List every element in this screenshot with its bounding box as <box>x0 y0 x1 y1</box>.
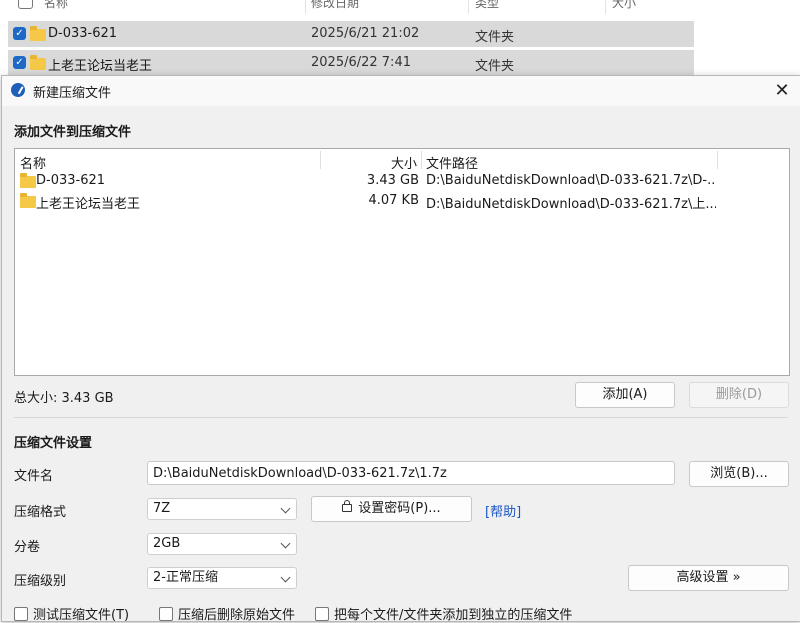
item-path: D:\BaiduNetdiskDownload\D-033-621.7z\上..… <box>426 197 716 212</box>
row-type: 文件夹 <box>475 30 515 45</box>
delete-source-checkbox[interactable]: 压缩后删除原始文件 <box>159 604 295 623</box>
list-item[interactable]: D-033-621 3.43 GB D:\BaiduNetdiskDownloa… <box>15 171 789 191</box>
checkbox-box[interactable] <box>315 606 329 621</box>
filename-input[interactable]: D:\BaiduNetdiskDownload\D-033-621.7z\1.7… <box>147 461 675 485</box>
chevron-down-icon <box>280 572 291 583</box>
file-list[interactable]: 名称 大小 文件路径 D-033-621 3.43 GB D:\BaiduNet… <box>14 148 790 376</box>
filename-label: 文件名 <box>14 469 54 484</box>
lock-icon <box>342 500 353 512</box>
format-label: 压缩格式 <box>14 505 67 520</box>
list-item[interactable]: 上老王论坛当老王 4.07 KB D:\BaiduNetdiskDownload… <box>15 191 789 212</box>
select-all-checkbox[interactable] <box>18 0 33 9</box>
set-password-label: 设置密码(P)... <box>358 501 441 516</box>
chevron-down-icon <box>280 503 291 514</box>
row-date: 2025/6/22 7:41 <box>311 55 411 70</box>
column-date[interactable]: 修改日期 <box>311 0 359 11</box>
item-path: D:\BaiduNetdiskDownload\D-033-621.7z\D-.… <box>426 173 716 188</box>
split-label: 分卷 <box>14 540 41 555</box>
row-name: 上老王论坛当老王 <box>48 59 153 74</box>
item-name: D-033-621 <box>36 173 106 188</box>
delete-button[interactable]: 删除(D) <box>689 382 789 408</box>
new-archive-dialog: 新建压缩文件 ✕ 添加文件到压缩文件 名称 大小 文件路径 D-033-621 … <box>1 75 800 623</box>
column-size[interactable]: 大小 <box>612 0 636 11</box>
test-archive-label: 测试压缩文件(T) <box>33 608 130 623</box>
explorer-row[interactable]: ✓ 上老王论坛当老王 2025/6/22 7:41 文件夹 <box>8 50 694 76</box>
column-name[interactable]: 名称 <box>44 0 68 11</box>
item-name: 上老王论坛当老王 <box>36 197 141 212</box>
row-date: 2025/6/21 21:02 <box>311 26 420 41</box>
file-list-header: 名称 大小 文件路径 <box>15 149 789 172</box>
dialog-titlebar[interactable]: 新建压缩文件 ✕ <box>2 76 800 106</box>
explorer-column-header: 名称 修改日期 类型 大小 <box>0 0 700 14</box>
file-explorer-background: 名称 修改日期 类型 大小 ✓ D-033-621 2025/6/21 21:0… <box>0 0 800 78</box>
help-link[interactable]: [帮助] <box>485 501 521 520</box>
close-button[interactable]: ✕ <box>770 79 794 103</box>
split-value: 2GB <box>153 536 181 551</box>
test-archive-checkbox[interactable]: 测试压缩文件(T) <box>14 604 129 623</box>
format-value: 7Z <box>153 501 171 516</box>
separate-archives-label: 把每个文件/文件夹添加到独立的压缩文件 <box>334 608 573 623</box>
item-size: 3.43 GB <box>366 173 419 188</box>
separate-archives-checkbox[interactable]: 把每个文件/文件夹添加到独立的压缩文件 <box>315 604 572 623</box>
settings-section-title: 压缩文件设置 <box>14 436 93 451</box>
checkbox-box[interactable] <box>159 606 173 621</box>
dialog-title: 新建压缩文件 <box>33 86 112 101</box>
row-name: D-033-621 <box>48 26 118 41</box>
item-size: 4.07 KB <box>368 193 419 208</box>
folder-icon <box>30 26 46 41</box>
divider <box>14 417 788 418</box>
row-checkbox[interactable]: ✓ <box>13 56 26 69</box>
browse-button[interactable]: 浏览(B)... <box>689 461 789 487</box>
chevron-down-icon <box>280 538 291 549</box>
column-name[interactable]: 名称 <box>20 153 46 172</box>
column-type[interactable]: 类型 <box>475 0 499 11</box>
split-select[interactable]: 2GB <box>147 533 297 555</box>
checkbox-box[interactable] <box>14 606 28 621</box>
level-select[interactable]: 2-正常压缩 <box>147 567 297 589</box>
folder-icon <box>30 55 46 70</box>
level-value: 2-正常压缩 <box>153 570 218 585</box>
total-size: 总大小: 3.43 GB <box>14 391 114 406</box>
row-type: 文件夹 <box>475 59 515 74</box>
folder-icon <box>20 193 36 208</box>
column-path[interactable]: 文件路径 <box>426 153 478 172</box>
app-icon <box>11 83 25 97</box>
level-label: 压缩级别 <box>14 574 67 589</box>
format-select[interactable]: 7Z <box>147 498 297 520</box>
delete-source-label: 压缩后删除原始文件 <box>178 608 296 623</box>
advanced-settings-button[interactable]: 高级设置 » <box>628 565 789 591</box>
add-button[interactable]: 添加(A) <box>575 382 675 408</box>
row-checkbox[interactable]: ✓ <box>13 27 26 40</box>
folder-icon <box>20 173 36 188</box>
explorer-row[interactable]: ✓ D-033-621 2025/6/21 21:02 文件夹 <box>8 21 694 47</box>
set-password-button[interactable]: 设置密码(P)... <box>311 496 472 522</box>
column-size[interactable]: 大小 <box>391 153 417 172</box>
add-section-title: 添加文件到压缩文件 <box>14 125 132 140</box>
